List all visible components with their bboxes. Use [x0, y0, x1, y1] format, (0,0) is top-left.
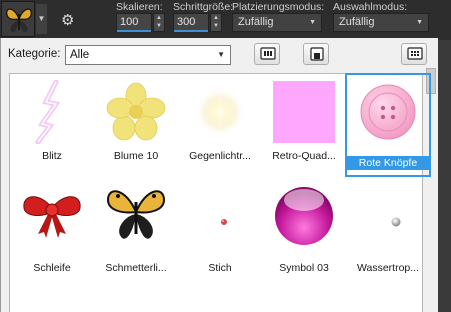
options-bar: ▼ ⚙ Skalieren: 100 ▲ ▼ Schrittgröße: 300…	[0, 0, 451, 40]
lens-flare-icon	[194, 86, 246, 138]
tube-item-gegenlicht[interactable]: Gegenlichtr...	[178, 74, 262, 176]
chevron-down-icon: ▼	[217, 50, 225, 59]
retro-square-icon	[273, 81, 335, 143]
tube-item-blitz[interactable]: Blitz	[10, 74, 94, 176]
library-button[interactable]	[254, 43, 280, 65]
lightning-icon	[35, 80, 61, 144]
category-value: Alle	[70, 49, 90, 61]
step-label: Schrittgröße:	[173, 1, 234, 13]
grid-view-icon	[407, 47, 423, 60]
bow-icon	[23, 196, 81, 238]
tube-item-wassertropfen[interactable]: Wassertrop...	[346, 176, 430, 278]
tube-grid: Blitz Blume 10 Gegenlichtr... Retro-Quad…	[9, 73, 431, 312]
brush-preview[interactable]	[1, 1, 35, 37]
brush-dropdown-arrow[interactable]: ▼	[36, 4, 47, 34]
placement-value: Zufällig	[238, 16, 274, 28]
orb-icon	[275, 187, 333, 245]
tube-item-schleife[interactable]: Schleife	[10, 176, 94, 278]
tube-item-rote-knoepfe[interactable]: Rote Knöpfe	[345, 73, 431, 177]
category-label: Kategorie:	[8, 48, 61, 60]
scale-input[interactable]: 100	[116, 13, 152, 32]
gear-icon[interactable]: ⚙	[61, 13, 74, 28]
save-set-button[interactable]	[303, 43, 329, 65]
options-button[interactable]	[401, 43, 427, 65]
step-value: 300	[177, 16, 196, 28]
tube-item-stich[interactable]: Stich	[178, 176, 262, 278]
flower-icon	[106, 82, 166, 141]
stepper-down-icon[interactable]: ▼	[211, 22, 221, 30]
save-icon	[310, 47, 324, 61]
stepper-down-icon[interactable]: ▼	[154, 22, 164, 30]
stepper-up-icon[interactable]: ▲	[154, 14, 164, 22]
tube-item-symbol[interactable]: Symbol 03	[262, 176, 346, 278]
stitch-icon	[221, 219, 227, 225]
tube-item-label: Schleife	[33, 262, 71, 274]
tube-item-label: Blitz	[42, 150, 62, 162]
tube-item-label: Gegenlichtr...	[189, 150, 251, 162]
tube-item-retro-quad[interactable]: Retro-Quad...	[262, 74, 346, 176]
scale-label: Skalieren:	[116, 1, 163, 13]
stepper-up-icon[interactable]: ▲	[211, 14, 221, 22]
tube-item-label: Stich	[208, 262, 232, 274]
butterfly-icon	[106, 190, 166, 239]
scale-stepper[interactable]: ▲ ▼	[153, 13, 165, 32]
step-input[interactable]: 300	[173, 13, 209, 32]
scale-value: 100	[120, 16, 139, 28]
tube-item-label: Blume 10	[113, 150, 159, 162]
tube-item-schmetterling[interactable]: Schmetterli...	[94, 176, 178, 278]
placement-label: Platzierungsmodus:	[232, 1, 325, 13]
tube-item-label: Rote Knöpfe	[346, 156, 430, 170]
selection-value: Zufällig	[339, 16, 375, 28]
placement-select[interactable]: Zufällig ▼	[232, 13, 322, 32]
selection-label: Auswahlmodus:	[333, 1, 408, 13]
water-drop-icon	[391, 217, 401, 227]
selection-select[interactable]: Zufällig ▼	[333, 13, 429, 32]
tube-item-label: Schmetterli...	[105, 262, 167, 274]
tube-item-label: Wassertrop...	[356, 262, 420, 274]
step-stepper[interactable]: ▲ ▼	[210, 13, 222, 32]
picture-tube-panel: Kategorie: Alle ▼ Blitz Blume 10 Gegenli…	[0, 38, 438, 312]
library-icon	[260, 47, 276, 60]
chevron-down-icon: ▼	[416, 19, 423, 26]
butterfly-icon	[6, 8, 32, 33]
tube-item-blume[interactable]: Blume 10	[94, 74, 178, 176]
tube-item-label: Symbol 03	[279, 262, 329, 274]
category-select[interactable]: Alle ▼	[65, 45, 231, 65]
chevron-down-icon: ▼	[309, 19, 316, 26]
tube-item-label: Retro-Quad...	[272, 150, 336, 162]
button-icon	[360, 84, 416, 140]
